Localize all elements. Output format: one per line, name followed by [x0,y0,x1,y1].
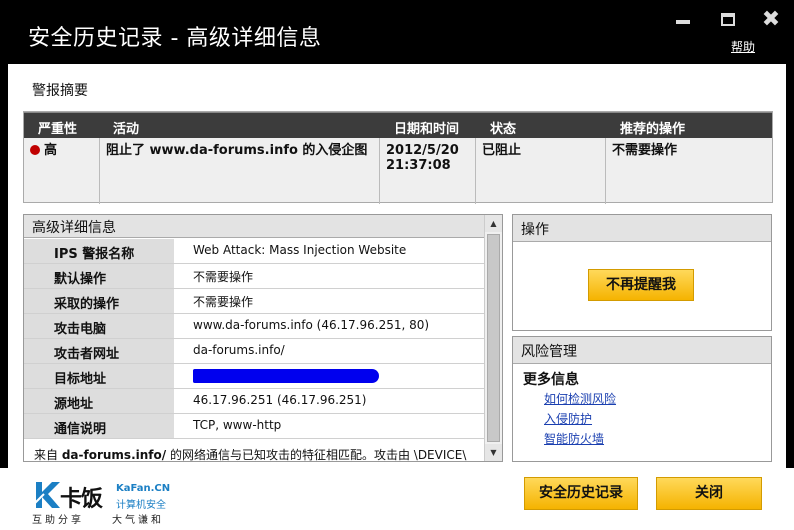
link-intrusion-prevention[interactable]: 入侵防护 [544,410,592,427]
actions-panel: 操作 不再提醒我 [512,214,772,331]
link-how-to-detect-risk[interactable]: 如何检测风险 [544,390,616,407]
action-cell: 不需要操作 [612,143,678,158]
advanced-details-panel: 高级详细信息 IPS 警报名称 Web Attack: Mass Injecti… [23,214,503,462]
col-activity: 活动 [113,122,140,137]
detail-value: Web Attack: Mass Injection Website [193,243,407,257]
detail-value: 46.17.96.251 (46.17.96.251) [193,393,367,407]
detail-label: 攻击电脑 [24,314,174,338]
col-severity: 严重性 [38,122,78,137]
logo-cn-text: 卡饭 [60,487,103,512]
datetime-cell: 2012/5/20 21:37:08 [380,138,476,204]
kafan-k-icon [33,482,60,508]
logo-slogan-2: 大气谦和 [112,515,164,526]
detail-label: 默认操作 [24,264,174,288]
minimize-icon [676,20,690,24]
window-title: 安全历史记录 - 高级详细信息 [28,26,322,51]
close-button[interactable]: 关闭 [656,477,762,510]
close-icon: ✖ [761,6,781,32]
col-datetime: 日期和时间 [394,122,460,137]
col-recommended-action: 推荐的操作 [620,122,686,137]
severity-cell: 高 [24,138,100,204]
more-info-heading: 更多信息 [523,372,579,388]
detail-row: 通信说明 TCP, www-http [24,414,485,439]
severity-dot-icon [30,145,40,155]
detail-label: 采取的操作 [24,289,174,313]
detail-value: 不需要操作 [193,295,254,309]
content-area: 警报摘要 严重性 活动 日期和时间 状态 推荐的操作 高 阻止了 www.da-… [8,64,786,468]
risk-management-title: 风险管理 [513,337,771,364]
alert-table: 严重性 活动 日期和时间 状态 推荐的操作 高 阻止了 www.da-forum… [23,111,773,204]
dialog-footer: 卡饭 KaFan.CN 计算机安全 互助分享 大气谦和 安全历史记录 关闭 [0,468,794,530]
detail-value: www.da-forums.info (46.17.96.251, 80) [193,318,430,332]
dialog-window: 安全历史记录 - 高级详细信息 ✖ 帮助 警报摘要 严重性 活动 日期和时间 状… [0,0,794,530]
alert-summary-title: 警报摘要 [32,83,88,99]
alert-table-header: 严重性 活动 日期和时间 状态 推荐的操作 [24,112,772,138]
scroll-down-icon[interactable]: ▼ [485,444,502,461]
detail-row: IPS 警报名称 Web Attack: Mass Injection Webs… [24,239,485,264]
redacted-target-address [193,369,379,383]
detail-row: 源地址 46.17.96.251 (46.17.96.251) [24,389,485,414]
detail-label: 攻击者网址 [24,339,174,363]
detail-label: 通信说明 [24,414,174,438]
security-history-button[interactable]: 安全历史记录 [524,477,638,510]
link-smart-firewall[interactable]: 智能防火墙 [544,430,604,447]
maximize-button[interactable] [717,8,739,30]
logo-slogan-1: 互助分享 [32,515,84,526]
details-scrollbar[interactable]: ▲ ▼ [484,215,502,461]
detail-row: 采取的操作 不需要操作 [24,289,485,314]
maximize-icon [721,12,735,26]
scroll-up-icon[interactable]: ▲ [485,215,502,232]
detail-row: 默认操作 不需要操作 [24,264,485,289]
activity-cell: 阻止了 www.da-forums.info 的入侵企图 [100,138,380,204]
detail-label: 源地址 [24,389,174,413]
detail-row: 攻击电脑 www.da-forums.info (46.17.96.251, 8… [24,314,485,339]
detail-value: TCP, www-http [193,418,282,432]
col-status: 状态 [490,122,517,137]
logo-en-text: KaFan.CN [116,483,171,494]
close-window-button[interactable]: ✖ [760,6,782,32]
minimize-button[interactable] [672,8,694,30]
dont-remind-button[interactable]: 不再提醒我 [588,269,694,301]
detail-row: 目标地址 [24,364,485,389]
table-row[interactable]: 高 阻止了 www.da-forums.info 的入侵企图 2012/5/20… [24,138,772,204]
detail-value: 不需要操作 [193,270,254,284]
actions-title: 操作 [513,215,771,242]
detail-description: 来自 da-forums.info/ 的网络通信与已知攻击的特征相匹配。攻击由 … [34,448,467,462]
detail-value: da-forums.info/ [193,343,285,357]
scroll-thumb[interactable] [487,234,500,442]
detail-label: 目标地址 [24,364,174,388]
risk-management-panel: 风险管理 更多信息 如何检测风险 入侵防护 智能防火墙 [512,336,772,462]
status-cell: 已阻止 [476,138,606,204]
detail-label: IPS 警报名称 [24,239,174,263]
detail-row: 攻击者网址 da-forums.info/ [24,339,485,364]
kafan-logo: 卡饭 KaFan.CN 计算机安全 互助分享 大气谦和 [30,478,180,526]
logo-security-text: 计算机安全 [116,500,166,511]
help-link[interactable]: 帮助 [731,38,755,55]
advanced-details-title: 高级详细信息 [24,215,485,238]
